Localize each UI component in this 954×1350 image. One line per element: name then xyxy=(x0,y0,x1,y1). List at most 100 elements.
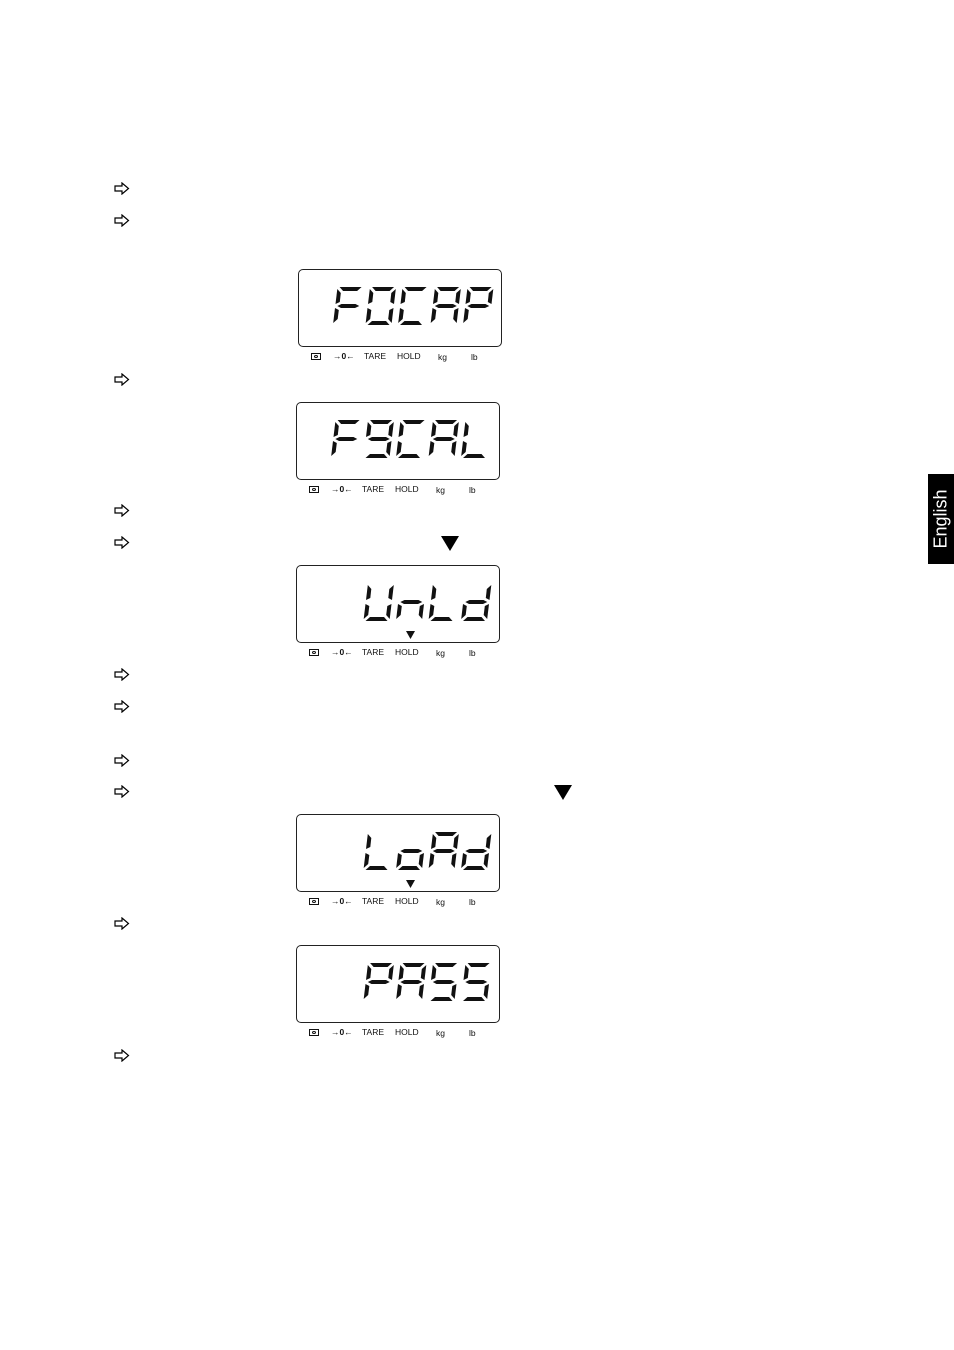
lcd-segment-f xyxy=(431,965,437,980)
lcd-segment-d xyxy=(398,866,420,870)
lcd-segment-a xyxy=(372,287,395,291)
lcd-segment-f xyxy=(398,965,404,980)
lcd-segment-f xyxy=(400,289,406,304)
lcd-segment-a xyxy=(404,287,427,291)
lcd-segment-f xyxy=(333,422,339,437)
zero-annunciator: →0← xyxy=(331,1027,353,1037)
lcd-segment-a xyxy=(467,963,490,967)
battery-icon xyxy=(311,353,321,360)
lcd-segment-b xyxy=(390,289,396,304)
lcd-segment-g xyxy=(432,437,455,441)
lcd-segment-e xyxy=(333,308,339,323)
lcd-screen xyxy=(296,402,500,480)
lcd-segment-e xyxy=(428,853,435,868)
lcd-segment-g xyxy=(400,600,423,604)
kg-annunciator: kg xyxy=(436,648,445,658)
lcd-digit xyxy=(461,834,492,870)
lcd-segment-f xyxy=(463,422,469,437)
lb-annunciator: lb xyxy=(469,897,476,907)
lcd-segment-d xyxy=(400,321,422,325)
lcd-segment-d xyxy=(463,454,485,458)
lcd-segment-e xyxy=(363,984,370,999)
lcd-segment-d xyxy=(365,866,388,870)
lcd-digit xyxy=(365,420,394,458)
battery-icon xyxy=(309,486,319,493)
lcd-segment-g xyxy=(367,437,390,441)
lcd-screen xyxy=(296,565,500,643)
lcd-segment-a xyxy=(435,420,458,424)
hold-indicator-icon xyxy=(406,631,415,639)
lcd-segment-d xyxy=(430,617,453,621)
lcd-segment-f xyxy=(463,965,469,980)
hold-annunciator: HOLD xyxy=(395,484,419,494)
lcd-segment-c xyxy=(451,441,457,456)
lcd-screen xyxy=(296,945,500,1023)
language-tab-label: English xyxy=(930,489,951,549)
lcd-segment-a xyxy=(337,420,360,424)
lcd-segment-e xyxy=(461,853,467,868)
lcd-digit xyxy=(396,849,424,870)
lcd-segment-c xyxy=(483,853,489,868)
lcd-segment-e xyxy=(398,308,404,323)
lcd-digit xyxy=(428,832,459,868)
lcd-segment-e xyxy=(463,308,469,323)
lcd-segment-g xyxy=(465,600,488,604)
kg-annunciator: kg xyxy=(436,485,445,495)
lb-annunciator: lb xyxy=(471,352,478,362)
tare-annunciator: TARE xyxy=(362,484,385,494)
kg-annunciator: kg xyxy=(436,1028,445,1038)
lcd-digit xyxy=(363,585,394,621)
lcd-segment-b xyxy=(453,422,459,437)
lcd-digits xyxy=(331,420,485,458)
lcd-segment-e xyxy=(428,441,435,456)
lcd-segment-f xyxy=(431,585,437,600)
lcd-digits xyxy=(333,287,494,325)
lcd-digit xyxy=(430,287,461,323)
hold-annunciator: HOLD xyxy=(395,896,419,906)
lcd-segment-f xyxy=(366,585,372,600)
lcd-screen xyxy=(298,269,502,347)
lcd-segment-d xyxy=(365,454,388,458)
lcd-segment-g xyxy=(367,980,390,984)
lcd-segment-b xyxy=(388,422,394,437)
lcd-segment-e xyxy=(365,308,372,323)
lcd-digit xyxy=(428,420,459,456)
zero-annunciator: →0← xyxy=(331,647,353,657)
lcd-segment-c xyxy=(386,441,392,456)
lcd-segment-a xyxy=(469,287,492,291)
lcd-segment-g xyxy=(400,980,423,984)
lcd-segment-b xyxy=(485,834,492,849)
lcd-segment-b xyxy=(487,289,494,304)
step-arrow-icon xyxy=(114,754,132,768)
zero-annunciator: →0← xyxy=(331,896,353,906)
lcd-digit xyxy=(396,420,425,458)
hold-annunciator: HOLD xyxy=(395,647,419,657)
lcd-digit xyxy=(396,600,424,619)
lcd-segment-d xyxy=(463,866,485,870)
lcd-segment-e xyxy=(331,441,337,456)
lcd-digit xyxy=(428,585,453,621)
lcd-segment-g xyxy=(467,304,490,308)
lcd-segment-g xyxy=(335,437,358,441)
hold-annunciator: HOLD xyxy=(395,1027,419,1037)
lcd-digit xyxy=(396,963,427,999)
lcd-digit xyxy=(461,585,492,621)
step-arrow-icon xyxy=(114,504,132,518)
lcd-segment-a xyxy=(402,963,425,967)
lcd-segment-f xyxy=(366,965,372,980)
lcd-segment-f xyxy=(398,422,404,437)
lcd-segment-b xyxy=(420,965,427,980)
lb-annunciator: lb xyxy=(469,485,476,495)
lcd-segment-a xyxy=(435,963,458,967)
lcd-digit xyxy=(398,287,427,325)
lcd-segment-f xyxy=(431,834,437,849)
step-arrow-icon xyxy=(114,917,132,931)
lcd-segment-e xyxy=(396,604,402,619)
lcd-segment-c xyxy=(451,853,457,868)
lb-annunciator: lb xyxy=(469,648,476,658)
lcd-segment-d xyxy=(365,617,388,621)
lcd-segment-b xyxy=(485,585,492,600)
lcd-digits xyxy=(363,963,490,1001)
lcd-segment-f xyxy=(465,289,471,304)
step-arrow-icon xyxy=(114,182,132,196)
